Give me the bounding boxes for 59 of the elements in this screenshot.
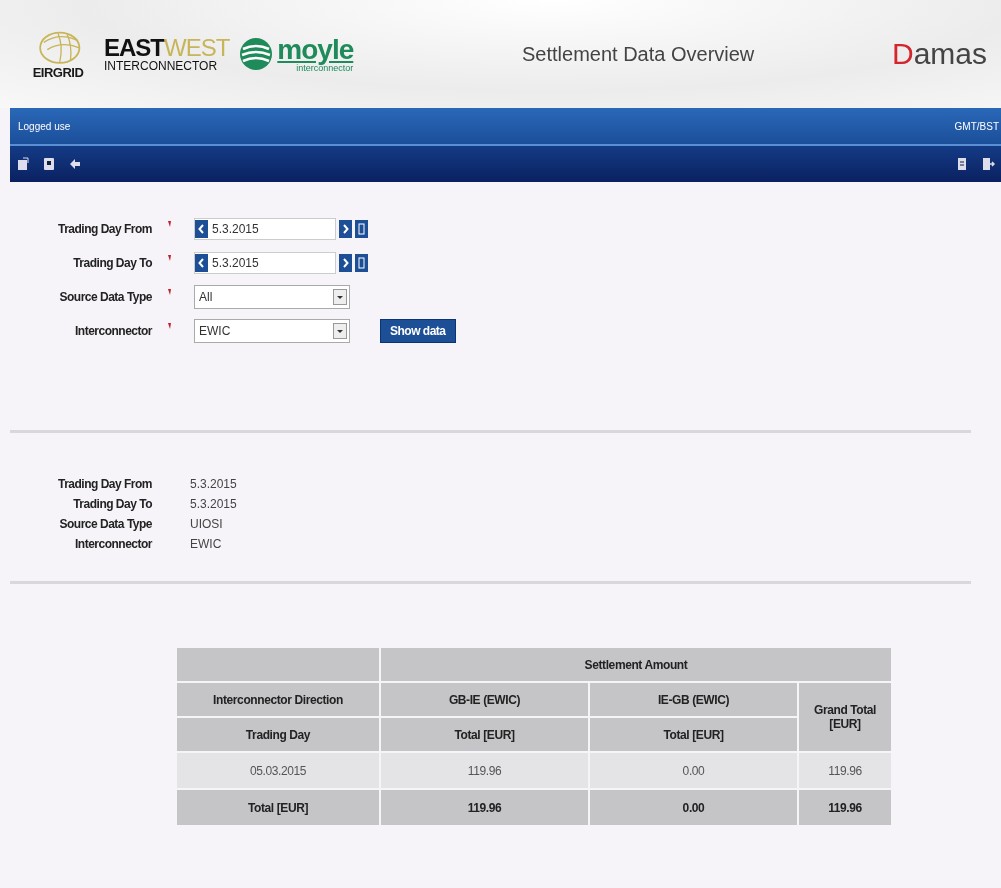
timezone-text: GMT/BST [954, 120, 999, 132]
summary-value: 5.3.2015 [190, 477, 238, 491]
table-cell: 05.03.2015 [176, 752, 380, 789]
total-cell: 119.96 [380, 789, 589, 826]
summary-value: EWIC [190, 537, 223, 551]
table-header-cell: Total [EUR] [589, 717, 798, 752]
chevron-right-icon [342, 258, 349, 268]
field-label: Trading Day From [56, 222, 152, 236]
table-cell: 119.96 [798, 752, 892, 789]
show-data-button[interactable]: Show data [380, 319, 456, 343]
eirgrid-logo: EIRGRID [22, 28, 94, 80]
summary-label: Trading Day From [56, 477, 152, 491]
chevron-left-icon [198, 224, 205, 234]
calendar-icon [358, 223, 365, 235]
date-field[interactable]: 5.3.2015 [194, 218, 336, 240]
summary-label: Interconnector [74, 537, 152, 551]
table-header-cell: Interconnector Direction [176, 682, 380, 717]
field-label: Interconnector [74, 324, 152, 338]
caret-icon [333, 289, 347, 305]
field-label: Trading Day To [72, 256, 152, 270]
table-header-cell: Settlement Amount [380, 647, 892, 682]
table-header-cell: Trading Day [176, 717, 380, 752]
back-arrow-icon[interactable] [68, 157, 82, 171]
summary-label: Trading Day To [72, 497, 152, 511]
summary-label: Source Data Type [58, 517, 152, 531]
dropdown-field[interactable]: All [194, 285, 350, 309]
caret-icon [333, 323, 347, 339]
table-header-cell: IE-GB (EWIC) [589, 682, 798, 717]
summary-value: UIOSI [190, 517, 224, 531]
document-icon[interactable] [42, 157, 56, 171]
logout-icon[interactable] [981, 157, 995, 171]
total-cell: Total [EUR] [176, 789, 380, 826]
page-title: Settlement Data Overview [521, 42, 756, 66]
summary-value: 5.3.2015 [190, 497, 238, 511]
dropdown-field[interactable]: EWIC [194, 319, 350, 343]
previous-day-button[interactable] [195, 254, 208, 272]
table-header-cell: GB-IE (EWIC) [380, 682, 589, 717]
moyle-logo: moyle interconnector [239, 35, 354, 73]
total-cell: 119.96 [798, 789, 892, 826]
eastwest-logo: EASTWEST INTERCONNECTOR [104, 36, 230, 72]
total-cell: 0.00 [589, 789, 798, 826]
field-label: Source Data Type [58, 290, 152, 304]
date-field[interactable]: 5.3.2015 [194, 252, 336, 274]
next-day-button[interactable] [339, 220, 352, 238]
document-icon[interactable] [16, 157, 30, 171]
calendar-icon [358, 257, 365, 269]
logged-user-text: Logged use [18, 120, 71, 132]
chevron-right-icon [342, 224, 349, 234]
table-header-cell: Total [EUR] [380, 717, 589, 752]
table-cell: 119.96 [380, 752, 589, 789]
previous-day-button[interactable] [195, 220, 208, 238]
table-cell: 0.00 [589, 752, 798, 789]
calendar-button[interactable] [355, 220, 368, 238]
table-header-cell: Grand Total [EUR] [798, 682, 892, 752]
damas-logo: Damas [891, 37, 987, 71]
document-icon[interactable] [955, 157, 969, 171]
next-day-button[interactable] [339, 254, 352, 272]
calendar-button[interactable] [355, 254, 368, 272]
chevron-left-icon [198, 258, 205, 268]
